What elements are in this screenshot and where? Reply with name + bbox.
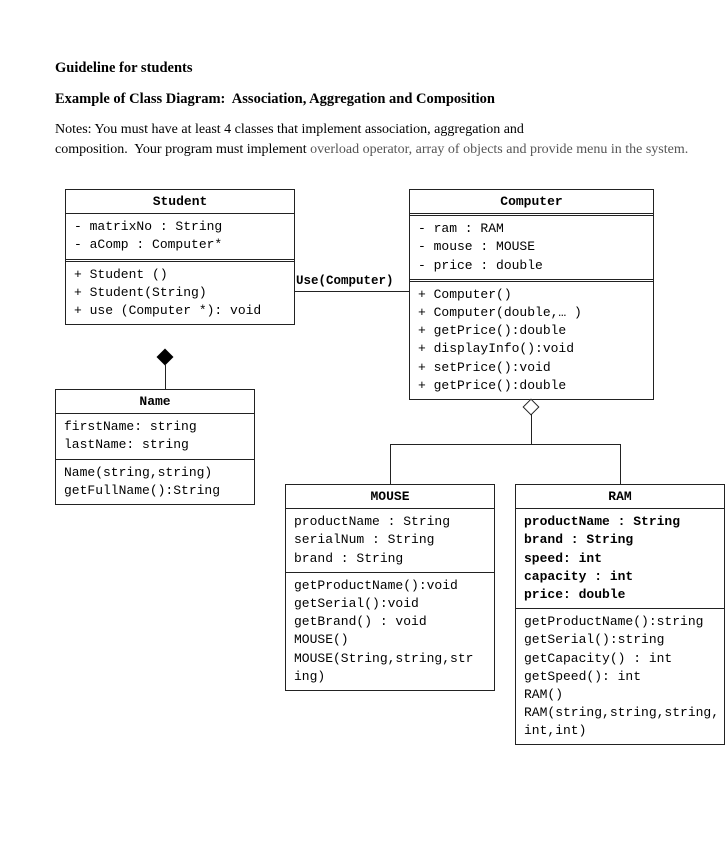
class-name-attrs: firstName: string lastName: string	[56, 414, 254, 458]
connector-student-computer	[295, 291, 409, 292]
heading-guideline: Guideline for students	[55, 60, 672, 77]
class-mouse-attrs: productName : String serialNum : String …	[286, 509, 494, 572]
class-computer-ops: + Computer() + Computer(double,… ) + get…	[410, 279, 653, 399]
class-ram-title: RAM	[516, 485, 724, 509]
connector-to-mouse	[390, 444, 391, 484]
connector-agg-split	[390, 444, 620, 445]
class-name-ops: Name(string,string) getFullName():String	[56, 459, 254, 504]
diamond-composition-student-name	[157, 349, 174, 366]
connector-student-name	[165, 364, 166, 389]
class-mouse-title: MOUSE	[286, 485, 494, 509]
class-computer-title: Computer	[410, 190, 653, 216]
class-mouse: MOUSE productName : String serialNum : S…	[285, 484, 495, 691]
class-ram-ops: getProductName():string getSerial():stri…	[516, 608, 724, 744]
class-computer-attrs: - ram : RAM - mouse : MOUSE - price : do…	[410, 216, 653, 279]
notes-line2b: overload operator, array of objects and …	[310, 142, 688, 157]
notes-line1: Notes: You must have at least 4 classes …	[55, 122, 524, 137]
connector-to-ram	[620, 444, 621, 484]
class-computer: Computer - ram : RAM - mouse : MOUSE - p…	[409, 189, 654, 400]
class-student-ops: + Student () + Student(String) + use (Co…	[66, 259, 294, 325]
connector-computer-stub	[531, 414, 532, 444]
class-student: Student - matrixNo : String - aComp : Co…	[65, 189, 295, 325]
class-name: Name firstName: string lastName: string …	[55, 389, 255, 505]
diamond-aggregation-computer	[523, 399, 540, 416]
class-student-title: Student	[66, 190, 294, 214]
class-ram-attrs: productName : String brand : String spee…	[516, 509, 724, 608]
class-ram: RAM productName : String brand : String …	[515, 484, 725, 745]
diagram-canvas: Student - matrixNo : String - aComp : Co…	[55, 189, 675, 789]
class-mouse-ops: getProductName():void getSerial():void g…	[286, 572, 494, 690]
class-name-title: Name	[56, 390, 254, 414]
notes-line2a: composition. Your program must implement	[55, 142, 310, 157]
notes-paragraph: Notes: You must have at least 4 classes …	[55, 120, 672, 159]
heading-example: Example of Class Diagram: Association, A…	[55, 91, 672, 108]
label-use-computer: Use(Computer)	[296, 274, 394, 288]
class-student-attrs: - matrixNo : String - aComp : Computer*	[66, 214, 294, 258]
